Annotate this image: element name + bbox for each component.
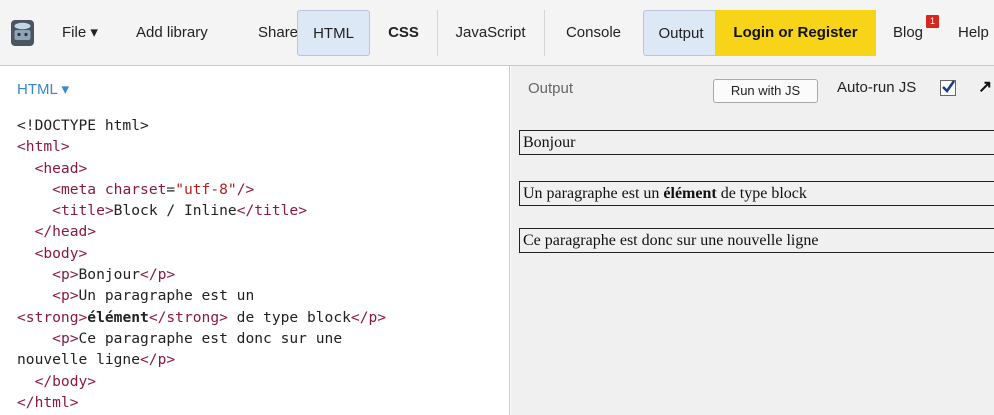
tab-html[interactable]: HTML: [297, 10, 370, 56]
output-paragraph-2-text: Un paragraphe est un: [523, 185, 664, 202]
share-button[interactable]: Share: [258, 0, 298, 66]
jsbin-logo-icon[interactable]: [10, 19, 35, 47]
output-paragraph-3-text: Ce paragraphe est donc sur une nouvelle …: [523, 232, 819, 249]
code-html-close: </html>: [17, 393, 79, 411]
autorun-js-label: Auto-run JS: [837, 79, 917, 96]
run-with-js-button[interactable]: Run with JS: [713, 79, 818, 103]
autorun-js-checkbox[interactable]: [940, 80, 956, 96]
code-p2-open: <p>: [52, 287, 79, 305]
tab-output[interactable]: Output: [643, 10, 718, 56]
code-strong-text: élément: [87, 308, 149, 326]
code-strong-close: </strong>: [148, 308, 228, 326]
code-body-close: </body>: [34, 372, 97, 390]
code-meta-attr: charset: [104, 180, 167, 198]
checkmark-icon: [942, 80, 956, 94]
code-p3-text-b: nouvelle ligne: [17, 351, 141, 369]
code-body-open: <body>: [34, 244, 88, 262]
code-meta-value: "utf-8": [175, 180, 237, 198]
blog-notification-badge: 1: [926, 15, 939, 28]
code-p3-close: </p>: [140, 351, 176, 369]
output-paragraph-1: Bonjour: [519, 130, 994, 155]
code-title-text: Block / Inline: [113, 202, 237, 220]
tab-javascript[interactable]: JavaScript: [437, 10, 543, 56]
code-p1-open: <p>: [52, 266, 79, 284]
code-p2-tail: de type block: [227, 308, 351, 326]
file-menu[interactable]: File ▾: [62, 0, 98, 66]
code-p2-text: Un paragraphe est un: [78, 287, 255, 305]
blog-link[interactable]: Blog: [893, 0, 923, 66]
code-title-open: <title>: [52, 202, 114, 220]
code-head-open: <head>: [34, 159, 88, 177]
html-code-editor[interactable]: <!DOCTYPE html> <html> <head> <meta char…: [17, 115, 386, 413]
code-head-close: </head>: [34, 223, 97, 241]
code-doctype: <!DOCTYPE html>: [17, 117, 149, 134]
code-p2-close: </p>: [350, 308, 387, 326]
login-register-button[interactable]: Login or Register: [715, 10, 876, 56]
output-pane-title: Output: [528, 80, 574, 97]
code-title-close: </title>: [236, 202, 307, 220]
output-paragraph-2: Un paragraphe est un élément de type blo…: [519, 181, 994, 206]
code-meta-tag: <meta: [52, 180, 97, 198]
code-p1-close: </p>: [140, 266, 176, 284]
code-strong-open: <strong>: [17, 308, 88, 326]
code-p1-text: Bonjour: [78, 266, 141, 284]
output-paragraph-3: Ce paragraphe est donc sur une nouvelle …: [519, 228, 994, 253]
add-library-button[interactable]: Add library: [136, 0, 208, 66]
tab-css[interactable]: CSS: [371, 10, 436, 56]
code-p3-open: <p>: [52, 329, 79, 347]
html-pane-title[interactable]: HTML ▾: [17, 80, 69, 98]
code-meta-eq: =: [166, 180, 176, 198]
top-toolbar: File ▾ Add library Share HTML CSS JavaSc…: [0, 0, 994, 66]
code-meta-close: />: [236, 180, 255, 198]
expand-output-icon[interactable]: ↗: [978, 77, 992, 97]
output-paragraph-2-strong: élément: [663, 185, 717, 202]
code-html-open: <html>: [17, 138, 70, 156]
output-paragraph-2-tail: de type block: [716, 185, 807, 202]
output-paragraph-1-text: Bonjour: [523, 134, 576, 151]
tab-console[interactable]: Console: [544, 10, 642, 56]
help-link[interactable]: Help: [958, 0, 989, 66]
code-p3-text-a: Ce paragraphe est donc sur une: [78, 329, 343, 347]
